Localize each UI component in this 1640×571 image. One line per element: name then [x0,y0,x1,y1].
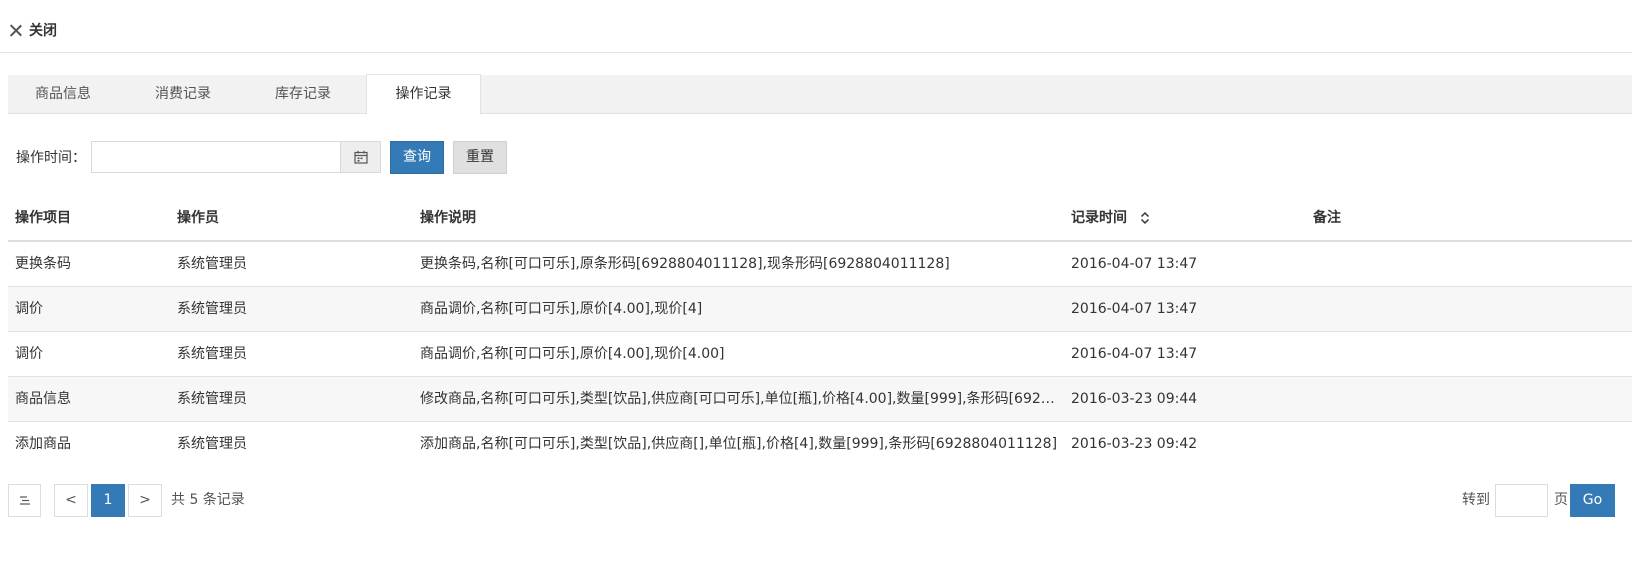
goto-page-input[interactable] [1495,484,1548,517]
operation-time-label: 操作时间： [16,150,86,166]
page-button-current[interactable]: 1 [91,484,125,517]
table-header: 操作项目 操作员 操作说明 记录时间 备注 [8,196,1632,242]
record-time-label: 记录时间 [1071,210,1127,226]
cell-item: 更换条码 [15,256,71,272]
cell-item: 调价 [15,346,43,362]
table-row[interactable]: 添加商品 系统管理员 添加商品,名称[可口可乐],类型[饮品],供应商[],单位… [8,422,1632,466]
cell-description: 商品调价,名称[可口可乐],原价[4.00],现价[4] [420,301,703,317]
cell-description: 更换条码,名称[可口可乐],原条形码[6928804011128],现条形码[6… [420,256,950,272]
cell-time: 2016-04-07 13:47 [1071,256,1198,272]
prev-page-button[interactable]: < [54,484,88,517]
tab-consumption-records[interactable]: 消费记录 [128,75,238,113]
calendar-button[interactable] [340,141,381,173]
tab-product-info[interactable]: 商品信息 [8,75,118,113]
column-header-note: 备注 [1313,210,1341,226]
total-records: 共 5 条记录 [171,492,245,508]
cell-operator: 系统管理员 [177,301,247,317]
table-row[interactable]: 更换条码 系统管理员 更换条码,名称[可口可乐],原条形码[6928804011… [8,242,1632,287]
next-page-button[interactable]: > [128,484,162,517]
tab-inventory-records[interactable]: 库存记录 [248,75,358,113]
cell-operator: 系统管理员 [177,391,247,407]
tab-operation-records[interactable]: 操作记录 [366,74,481,115]
go-button[interactable]: Go [1570,484,1615,517]
cell-time: 2016-03-23 09:42 [1071,436,1198,452]
page-suffix: 页 [1554,492,1568,508]
table-row[interactable]: 商品信息 系统管理员 修改商品,名称[可口可乐],类型[饮品],供应商[可口可乐… [8,377,1632,422]
cell-time: 2016-04-07 13:47 [1071,346,1198,362]
table-row[interactable]: 调价 系统管理员 商品调价,名称[可口可乐],原价[4.00],现价[4.00]… [8,332,1632,377]
close-label: 关闭 [29,23,57,39]
top-bar: 关闭 [0,0,1632,53]
column-header-item: 操作项目 [15,210,71,226]
reset-button[interactable]: 重置 [453,141,507,174]
cell-time: 2016-04-07 13:47 [1071,301,1198,317]
close-button[interactable]: 关闭 [8,19,57,41]
cell-time: 2016-03-23 09:44 [1071,391,1198,407]
close-icon [8,23,23,38]
list-icon [19,496,30,505]
column-header-description: 操作说明 [420,210,476,226]
cell-operator: 系统管理员 [177,436,247,452]
goto-page: 转到 页 Go [1462,484,1632,517]
tab-bar: 商品信息 消费记录 库存记录 操作记录 [8,74,1632,115]
column-header-operator: 操作员 [177,210,219,226]
calendar-icon [353,150,368,164]
cell-operator: 系统管理员 [177,346,247,362]
goto-label: 转到 [1462,492,1490,508]
cell-operator: 系统管理员 [177,256,247,272]
query-button[interactable]: 查询 [390,141,444,174]
sort-icon[interactable] [1140,211,1150,225]
cell-description: 添加商品,名称[可口可乐],类型[饮品],供应商[],单位[瓶],价格[4],数… [420,436,1058,452]
table-row[interactable]: 调价 系统管理员 商品调价,名称[可口可乐],原价[4.00],现价[4] 20… [8,287,1632,332]
operation-time-input[interactable] [91,141,340,173]
cell-item: 调价 [15,301,43,317]
cell-description: 商品调价,名称[可口可乐],原价[4.00],现价[4.00] [420,346,725,362]
operation-records-table: 操作项目 操作员 操作说明 记录时间 备注 更换条码 系统管理员 更换条码,名称… [8,196,1632,466]
cell-item: 添加商品 [15,436,71,452]
cell-item: 商品信息 [15,391,71,407]
column-header-record-time[interactable]: 记录时间 [1071,196,1301,240]
cell-description: 修改商品,名称[可口可乐],类型[饮品],供应商[可口可乐],单位[瓶],价格[… [420,391,1060,407]
page-size-button[interactable] [8,484,41,517]
